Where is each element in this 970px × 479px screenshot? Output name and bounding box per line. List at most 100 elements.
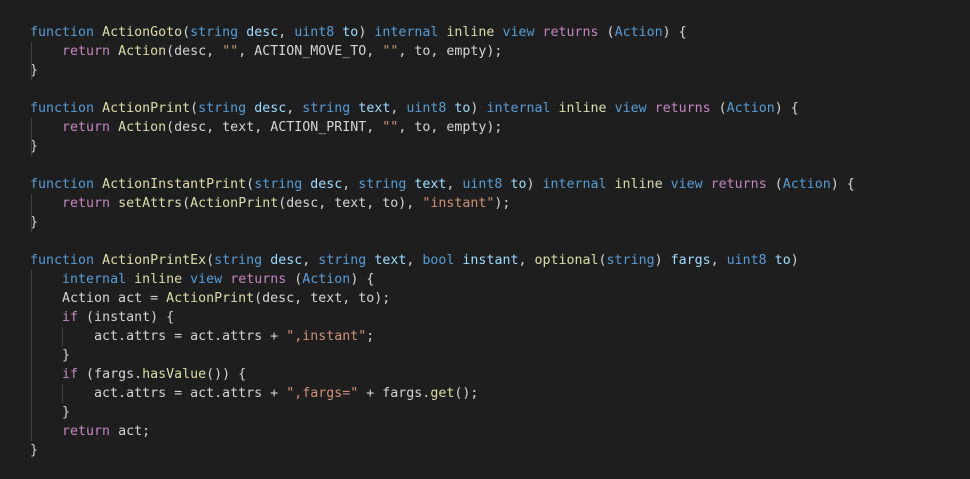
code-token: string [318,253,367,268]
code-token: function [30,253,95,268]
code-token: "" [382,44,399,59]
code-token: string [198,101,247,116]
code-line[interactable]: function ActionGoto(string desc, uint8 t… [30,23,687,42]
code-token: + fargs. [358,386,431,401]
code-token: ) [526,177,543,192]
code-token: instant [462,253,519,268]
code-line[interactable]: } [30,346,70,365]
code-line[interactable]: return setAttrs(ActionPrint(desc, text, … [30,194,510,213]
code-token: ActionPrint [166,291,255,306]
code-line[interactable]: function ActionInstantPrint(string desc,… [30,175,855,194]
code-line[interactable]: return Action(desc, text, ACTION_PRINT, … [30,118,502,137]
code-token: ActionPrintEx [102,253,207,268]
code-token: , [286,101,303,116]
code-token: return [62,424,111,439]
code-token: uint8 [462,177,503,192]
code-token: uint8 [726,253,767,268]
code-line[interactable]: } [30,441,38,460]
code-line[interactable]: if (fargs.hasValue()) { [30,365,246,384]
code-token: ) { [774,101,799,116]
code-line[interactable]: function ActionPrint(string desc, string… [30,99,799,118]
code-token: bool [422,253,455,268]
code-token: internal [486,101,551,116]
code-token: ) [470,101,487,116]
code-token: (fargs. [78,367,143,382]
code-token: ) { [350,272,375,287]
code-token: optional [534,253,599,268]
code-token: uint8 [406,101,447,116]
code-token: internal [62,272,127,287]
indent-guide [31,118,32,156]
indent-guide [31,42,32,80]
code-token: Action [118,120,167,135]
code-token: ( [206,253,215,268]
code-editor[interactable]: function ActionGoto(string desc, uint8 t… [0,0,970,479]
code-token: if [62,367,79,382]
code-token: text [374,253,407,268]
code-token: text [414,177,447,192]
code-token: setAttrs [118,196,183,211]
code-token: view [614,101,647,116]
code-token: view [190,272,223,287]
code-token: Action [118,44,167,59]
code-token: ",instant" [286,329,367,344]
code-token: , to, empty); [398,44,503,59]
code-line[interactable]: act.attrs = act.attrs + ",fargs=" + farg… [30,384,478,403]
code-line[interactable]: act.attrs = act.attrs + ",instant"; [30,327,374,346]
code-token: returns [230,272,287,287]
code-token: string [606,253,655,268]
code-line[interactable]: if (instant) { [30,308,174,327]
code-token: , ACTION_MOVE_TO, [238,44,383,59]
code-token: Action act = [30,291,167,306]
code-token: ActionInstantPrint [102,177,247,192]
code-line[interactable]: return Action(desc, "", ACTION_MOVE_TO, … [30,42,502,61]
code-token: function [30,177,95,192]
code-token: ) [358,25,375,40]
code-token: , [446,177,463,192]
code-token: ()) { [206,367,247,382]
code-token: Action [782,177,831,192]
code-line[interactable]: Action act = ActionPrint(desc, text, to)… [30,289,390,308]
code-token: string [358,177,407,192]
code-line[interactable]: function ActionPrintEx( string desc, stri… [30,251,799,270]
code-token: to [454,101,471,116]
code-token: internal [542,177,607,192]
code-token: ActionGoto [102,25,183,40]
code-line[interactable]: } [30,403,70,422]
code-token: "" [222,44,239,59]
code-token: "instant" [422,196,495,211]
code-line[interactable]: return act; [30,422,150,441]
code-token: returns [654,101,711,116]
code-token: , [342,177,359,192]
code-token: act.attrs = act.attrs + [30,329,287,344]
code-token: ( [246,177,255,192]
code-token: Action [302,272,351,287]
indent-guide [62,384,63,403]
code-token: , [710,253,727,268]
code-token: string [254,177,303,192]
code-line[interactable]: internal inline view returns (Action) { [30,270,374,289]
code-token: ",fargs=" [286,386,359,401]
code-token: return [62,120,111,135]
code-token: Action [614,25,663,40]
code-token: ) { [662,25,687,40]
code-token: , [302,253,319,268]
code-token: returns [710,177,767,192]
code-token: desc [246,25,279,40]
code-token: ( [286,272,303,287]
code-token: desc [270,253,303,268]
